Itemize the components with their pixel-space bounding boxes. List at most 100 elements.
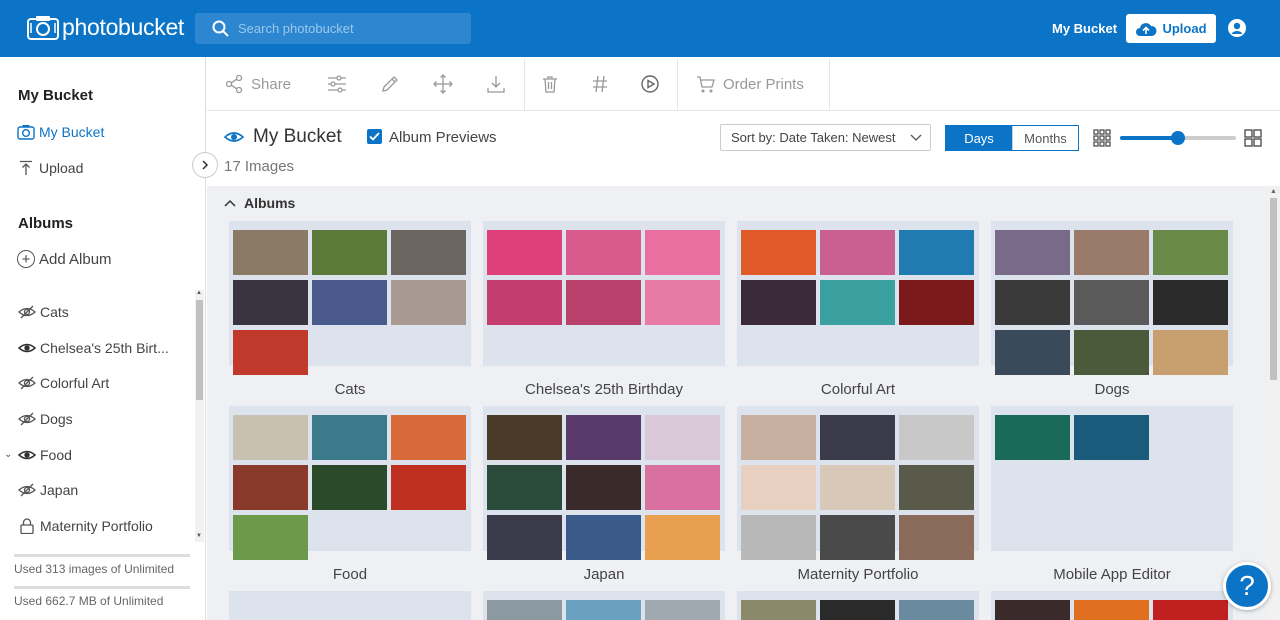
album-card[interactable] [991, 221, 1233, 375]
lock-icon [20, 518, 34, 534]
scroll-up-arrow-icon[interactable]: ▲ [196, 290, 202, 296]
eye-icon[interactable] [224, 130, 244, 144]
album-grid-area: Albums Cats Chelsea's 25th Birthday Colorf… [207, 186, 1267, 620]
album-preview-image [899, 230, 974, 275]
sort-dropdown[interactable]: Sort by: Date Taken: Newest [720, 124, 931, 151]
album-preview-image [233, 330, 308, 375]
search-icon [212, 20, 229, 37]
album-card[interactable] [229, 591, 471, 620]
eye-slash-icon [18, 376, 36, 390]
sidebar-item-upload[interactable]: Upload [17, 160, 83, 176]
delete-button[interactable] [540, 74, 560, 94]
album-card[interactable] [991, 406, 1233, 551]
album-preview-image [1074, 280, 1149, 325]
large-grid-icon[interactable] [1244, 129, 1262, 147]
zoom-slider[interactable] [1120, 131, 1236, 145]
sidebar-album-japan[interactable]: Japan [0, 472, 195, 508]
sidebar-item-label: Upload [39, 160, 84, 176]
scroll-up-arrow-icon[interactable]: ▲ [1270, 188, 1277, 195]
album-card[interactable] [991, 591, 1233, 620]
album-preview-image [233, 280, 308, 325]
album-preview-image [645, 465, 720, 510]
top-my-bucket-link[interactable]: My Bucket [1052, 21, 1117, 36]
hashtag-button[interactable] [590, 74, 610, 94]
album-card[interactable] [229, 406, 471, 560]
album-preview-image [312, 280, 387, 325]
usage-images-bar [14, 554, 190, 557]
play-circle-icon [641, 75, 659, 93]
small-grid-icon[interactable] [1093, 129, 1111, 147]
zoom-slider-handle[interactable] [1171, 131, 1185, 145]
search-input[interactable] [238, 21, 458, 36]
plus-circle-icon: + [17, 250, 35, 268]
album-card-title[interactable]: Mobile App Editor [991, 566, 1233, 583]
album-preview-image [1074, 230, 1149, 275]
sidebar-album-colorful-art[interactable]: Colorful Art [0, 365, 195, 401]
album-card-title[interactable]: Japan [483, 566, 725, 583]
sidebar-album-food[interactable]: ⌄ Food [0, 437, 195, 473]
sidebar-album-chelseas-birthday[interactable]: Chelsea's 25th Birt... [0, 330, 195, 366]
move-button[interactable] [433, 74, 453, 94]
album-card[interactable] [483, 591, 725, 620]
album-preview-image [1074, 600, 1149, 620]
sidebar-item-label: My Bucket [39, 124, 105, 140]
page-title: My Bucket [253, 126, 342, 147]
album-preview-image [899, 515, 974, 560]
album-preview-image [899, 465, 974, 510]
album-preview-image [995, 600, 1070, 620]
albums-section-header[interactable]: Albums [224, 195, 295, 211]
download-button[interactable] [486, 74, 506, 94]
sidebar-album-maternity[interactable]: Maternity Portfolio [0, 508, 195, 539]
months-tab[interactable]: Months [1012, 126, 1078, 150]
slideshow-button[interactable] [640, 74, 660, 94]
album-card[interactable] [483, 221, 725, 366]
album-card-title[interactable]: Maternity Portfolio [737, 566, 979, 583]
edit-button[interactable] [380, 74, 400, 94]
album-preview-image [566, 515, 641, 560]
album-preview-image [820, 600, 895, 620]
album-card-title[interactable]: Food [229, 566, 471, 583]
album-preview-image [645, 515, 720, 560]
main-scroll-thumb[interactable] [1270, 198, 1277, 380]
sidebar-album-cats[interactable]: Cats [0, 294, 195, 330]
album-card[interactable] [483, 406, 725, 560]
album-previews-checkbox[interactable] [367, 129, 382, 144]
album-card[interactable] [737, 406, 979, 560]
album-card-title[interactable]: Cats [229, 381, 471, 398]
share-icon [225, 74, 243, 94]
sidebar-scrollbar[interactable]: ▲ ▼ [195, 290, 204, 542]
help-button[interactable]: ? [1223, 562, 1271, 610]
sidebar-album-dogs[interactable]: Dogs [0, 401, 195, 437]
album-previews-label[interactable]: Album Previews [389, 129, 497, 146]
brand-name: photobucket [62, 14, 185, 40]
sidebar-collapse-button[interactable] [192, 152, 218, 178]
sidebar-item-my-bucket[interactable]: My Bucket [17, 124, 104, 140]
album-card-title[interactable]: Colorful Art [737, 381, 979, 398]
upload-button[interactable]: Upload [1126, 14, 1216, 43]
album-name: Maternity Portfolio [40, 517, 153, 534]
sidebar-scroll-thumb[interactable] [196, 300, 203, 400]
user-account-icon[interactable] [1227, 18, 1247, 38]
album-preview-image [645, 230, 720, 275]
logo[interactable]: photobucket [27, 14, 184, 41]
album-card[interactable] [229, 221, 471, 375]
toolbar-divider [677, 59, 678, 111]
main-scrollbar[interactable]: ▲ [1267, 186, 1280, 620]
album-preview-image [1074, 330, 1149, 375]
search-box[interactable] [195, 13, 471, 44]
album-preview-image [566, 280, 641, 325]
chevron-down-icon[interactable]: ⌄ [4, 449, 12, 460]
share-button[interactable]: Share [224, 74, 291, 94]
add-album-button[interactable]: + Add Album [17, 250, 112, 268]
album-card-title[interactable]: Chelsea's 25th Birthday [483, 381, 725, 398]
album-card[interactable] [737, 221, 979, 366]
album-preview-image [899, 415, 974, 460]
order-prints-button[interactable]: Order Prints [696, 74, 804, 94]
scroll-down-arrow-icon[interactable]: ▼ [196, 533, 202, 539]
album-card-title[interactable]: Dogs [991, 381, 1233, 398]
days-tab[interactable]: Days [946, 126, 1012, 150]
album-preview-image [487, 280, 562, 325]
adjust-button[interactable] [327, 74, 347, 94]
album-card[interactable] [737, 591, 979, 620]
album-preview-image [391, 415, 466, 460]
